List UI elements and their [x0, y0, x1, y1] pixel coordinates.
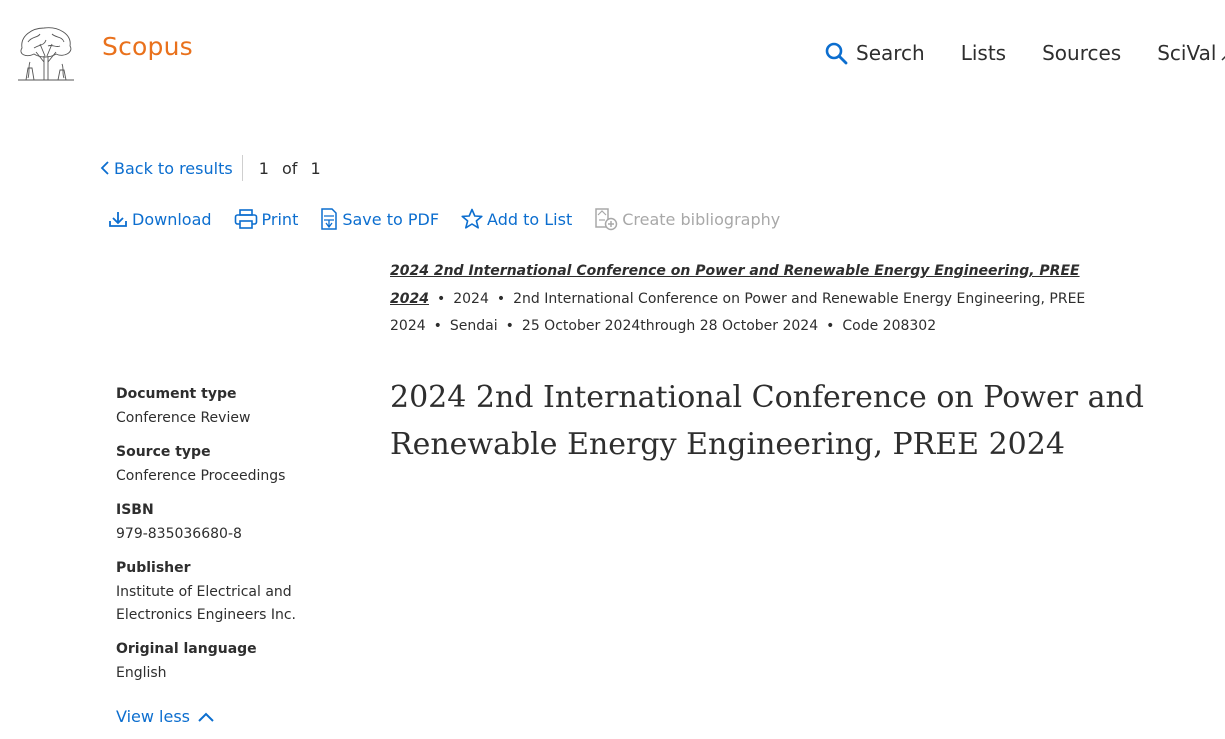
document-metadata: Document type Conference Review Source t… [116, 384, 371, 685]
publisher-label: Publisher [116, 560, 191, 576]
nav-scival-label: SciVal [1157, 41, 1217, 65]
source-type-value: Conference Proceedings [116, 468, 286, 484]
nav-lists[interactable]: Lists [961, 41, 1006, 65]
source-info: 2024 2nd International Conference on Pow… [390, 258, 1200, 341]
conference-dates: 25 October 2024through 28 October 2024 [521, 318, 819, 334]
original-language-value: English [116, 665, 167, 681]
search-icon [825, 42, 848, 65]
bullet-separator: • [496, 290, 506, 307]
chevron-left-icon [100, 161, 109, 175]
add-to-list-label: Add to List [487, 209, 573, 229]
conference-code: Code 208302 [842, 318, 937, 334]
results-navigation: Back to results 1 of 1 [100, 155, 329, 181]
view-less-button[interactable]: View less [116, 707, 214, 726]
print-button[interactable]: Print [234, 209, 299, 229]
document-title: 2024 2nd International Conference on Pow… [390, 380, 1144, 462]
elsevier-logo-icon[interactable] [14, 22, 78, 82]
isbn-label: ISBN [116, 502, 154, 518]
print-label: Print [261, 209, 299, 229]
nav-scival[interactable]: SciVal [1157, 41, 1225, 65]
back-to-results-link[interactable]: Back to results [100, 159, 233, 178]
create-bibliography-label: Create bibliography [622, 209, 781, 229]
bullet-separator: • [436, 290, 446, 307]
nav-sources[interactable]: Sources [1042, 41, 1121, 65]
of-label: of [281, 158, 298, 178]
nav-search-label: Search [856, 41, 925, 65]
save-to-pdf-label: Save to PDF [342, 209, 440, 229]
printer-icon [234, 209, 257, 229]
conference-location: Sendai [449, 318, 498, 334]
bullet-separator: • [433, 318, 442, 334]
document-type-label: Document type [116, 386, 237, 402]
view-less-label: View less [116, 707, 191, 726]
download-label: Download [132, 209, 212, 229]
bullet-separator: • [826, 318, 835, 334]
download-icon [109, 212, 127, 227]
current-result: 1 [258, 158, 269, 178]
top-nav: Search Lists Sources SciVal [824, 38, 1225, 68]
create-bibliography-button[interactable]: Create bibliography [594, 207, 780, 231]
add-to-list-button[interactable]: Add to List [461, 208, 572, 230]
bullet-separator: • [505, 318, 514, 334]
divider [241, 155, 243, 181]
save-to-pdf-button[interactable]: Save to PDF [320, 208, 439, 230]
download-button[interactable]: Download [108, 210, 212, 229]
total-results: 1 [310, 158, 321, 178]
external-link-icon [1221, 56, 1225, 61]
source-type-label: Source type [116, 444, 211, 460]
nav-search[interactable]: Search [824, 41, 925, 65]
source-year: 2024 [453, 290, 489, 307]
nav-sources-label: Sources [1042, 41, 1122, 65]
pdf-file-icon [321, 208, 338, 230]
chevron-up-icon [198, 712, 214, 722]
isbn-value: 979-835036680-8 [116, 526, 242, 542]
bibliography-icon [595, 208, 618, 231]
nav-lists-label: Lists [960, 41, 1007, 65]
result-pager: 1 of 1 [259, 159, 329, 178]
document-type-value: Conference Review [116, 410, 251, 426]
back-to-results-label: Back to results [114, 158, 233, 178]
original-language-label: Original language [116, 641, 257, 657]
document-toolbar: Download Print Save to PDF Add to List C… [108, 206, 802, 232]
star-icon [461, 208, 483, 229]
brand-name[interactable]: Scopus [102, 32, 193, 61]
publisher-value: Institute of Electrical and Electronics … [116, 584, 296, 623]
